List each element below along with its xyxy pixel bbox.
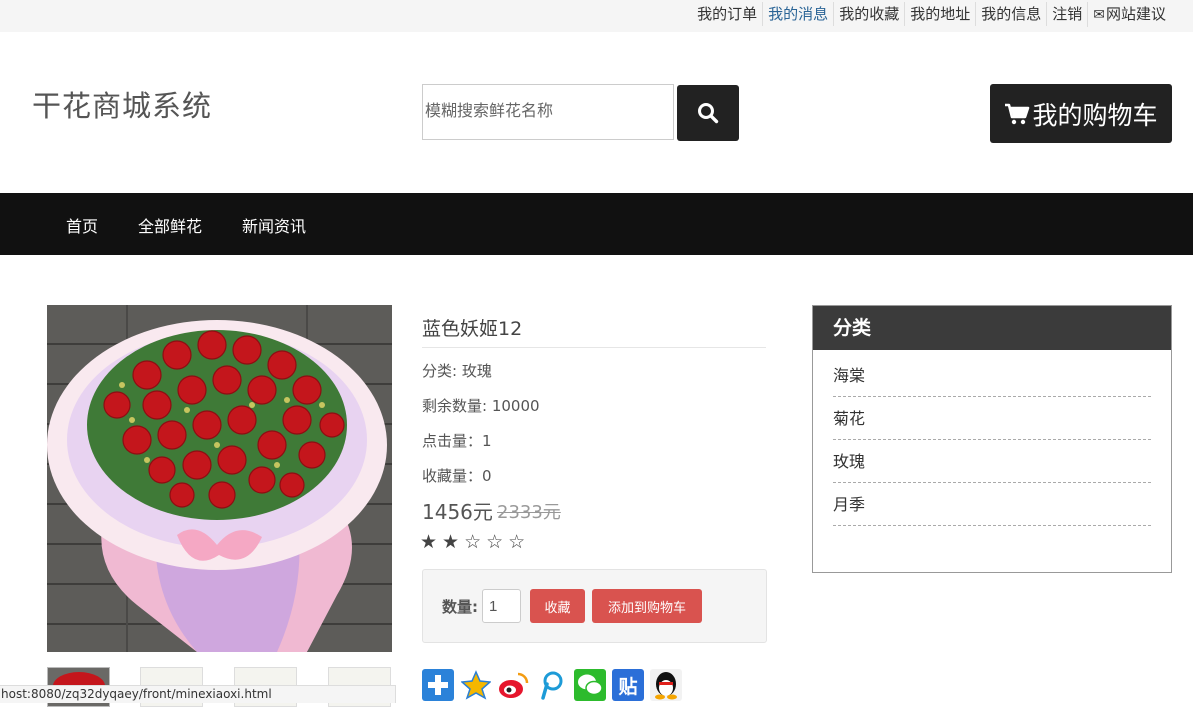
category-item[interactable]: 菊花	[833, 397, 1151, 440]
category-item[interactable]: 海棠	[833, 354, 1151, 397]
add-to-cart-button[interactable]: 添加到购物车	[592, 589, 702, 623]
tieba-icon[interactable]: 贴	[612, 669, 644, 701]
browser-status-url: host:8080/zq32dyqaey/front/minexiaoxi.ht…	[0, 685, 396, 703]
product-category: 分类: 玫瑰	[422, 362, 492, 380]
product-name: 蓝色妖姬12	[422, 318, 523, 340]
main-nav: 首页 全部鲜花 新闻资讯	[0, 193, 1193, 255]
category-panel-title: 分类	[813, 306, 1171, 350]
wechat-glyph	[578, 674, 603, 696]
tencent-weibo-icon[interactable]	[536, 669, 568, 701]
product-original-price: 2333元	[497, 502, 561, 523]
qq-icon[interactable]	[650, 669, 682, 701]
envelope-icon: ✉	[1093, 6, 1105, 23]
bouquet-illustration	[47, 305, 392, 652]
category-item[interactable]: 玫瑰	[833, 440, 1151, 483]
logout-link[interactable]: 注销	[1046, 2, 1087, 26]
category-list: 海棠 菊花 玫瑰 月季	[833, 354, 1151, 526]
quantity-input[interactable]	[482, 589, 521, 623]
feedback-label: 网站建议	[1105, 4, 1166, 23]
my-info-link[interactable]: 我的信息	[975, 2, 1046, 26]
my-address-link[interactable]: 我的地址	[904, 2, 975, 26]
my-favorites-link[interactable]: 我的收藏	[833, 2, 904, 26]
cart-button[interactable]: 我的购物车	[990, 84, 1172, 143]
my-messages-link[interactable]: 我的消息	[762, 2, 833, 26]
search-input[interactable]	[422, 84, 674, 140]
share-plus-icon[interactable]	[422, 669, 454, 701]
wechat-icon[interactable]	[574, 669, 606, 701]
user-links: 我的订单 我的消息 我的收藏 我的地址 我的信息 注销 ✉网站建议	[692, 1, 1171, 27]
cart-icon	[1005, 103, 1030, 124]
search-button[interactable]	[677, 85, 739, 141]
product-image[interactable]	[47, 305, 392, 652]
purchase-box: 数量: 收藏 添加到购物车	[422, 569, 767, 643]
quantity-label: 数量:	[442, 598, 478, 616]
top-bar: 我的订单 我的消息 我的收藏 我的地址 我的信息 注销 ✉网站建议	[0, 0, 1193, 32]
product-price: 1456元	[422, 500, 493, 524]
favorite-button[interactable]: 收藏	[530, 589, 585, 623]
star-rating: ★★☆☆☆	[420, 531, 531, 553]
category-panel: 分类 海棠 菊花 玫瑰 月季	[812, 305, 1172, 573]
my-orders-link[interactable]: 我的订单	[692, 2, 762, 26]
product-stock: 剩余数量: 10000	[422, 397, 540, 415]
nav-home[interactable]: 首页	[66, 213, 98, 237]
site-title[interactable]: 干花商城系统	[32, 83, 212, 125]
plus-glyph	[428, 675, 448, 695]
divider	[422, 347, 766, 348]
star-glyph	[461, 670, 491, 700]
qzone-icon[interactable]	[460, 669, 492, 701]
search-icon	[698, 103, 719, 124]
tencent-glyph	[541, 671, 563, 700]
product-clicks: 点击量：1	[422, 432, 492, 450]
nav-news[interactable]: 新闻资讯	[242, 213, 306, 237]
feedback-link[interactable]: ✉网站建议	[1087, 1, 1171, 27]
weibo-glyph	[499, 672, 529, 698]
cart-label: 我的购物车	[1032, 101, 1158, 130]
penguin-glyph	[655, 672, 677, 700]
weibo-icon[interactable]	[498, 669, 530, 701]
nav-all-flowers[interactable]: 全部鲜花	[138, 213, 202, 237]
product-favorites: 收藏量：0	[422, 467, 492, 485]
category-item[interactable]: 月季	[833, 483, 1151, 526]
